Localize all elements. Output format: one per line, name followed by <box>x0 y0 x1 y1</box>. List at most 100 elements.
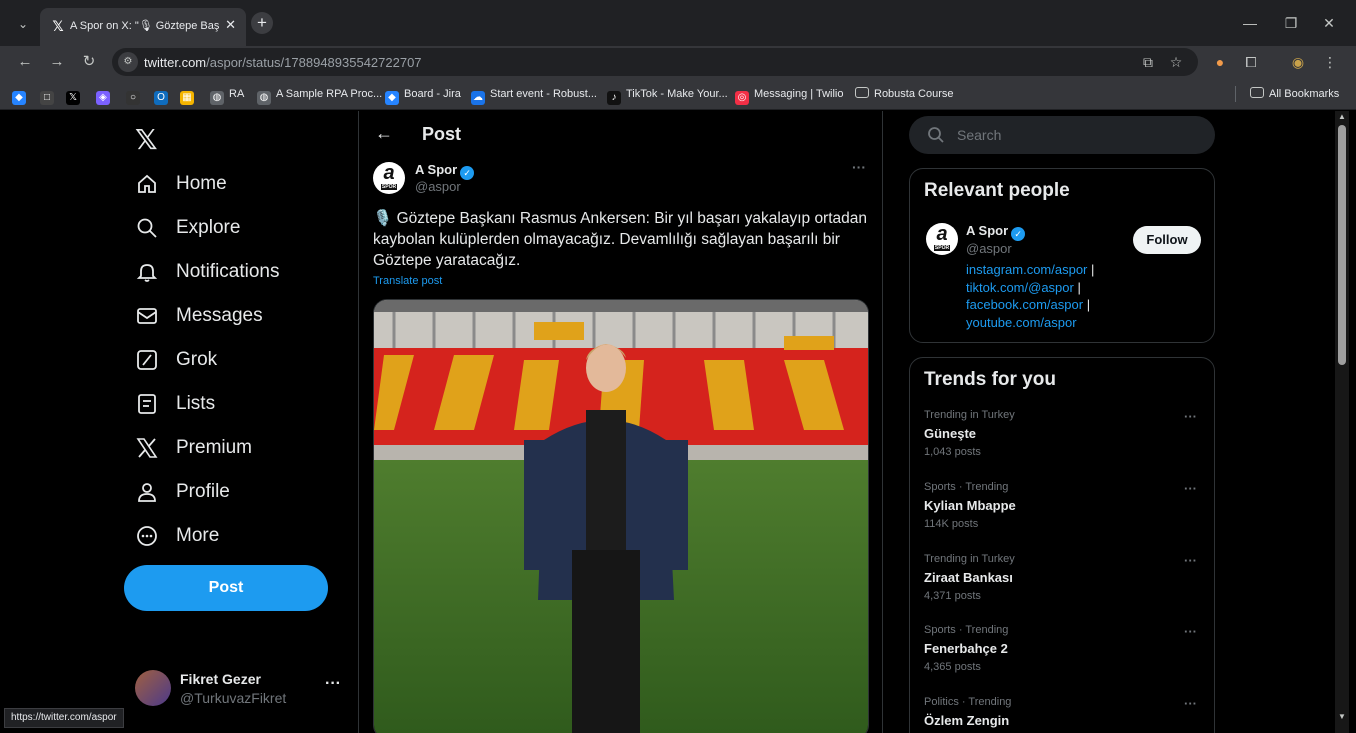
bookmark-star-icon[interactable]: ☆ <box>1166 53 1186 71</box>
post-image[interactable] <box>373 299 869 733</box>
search-icon <box>136 217 158 239</box>
more-dots-icon[interactable]: ··· <box>325 675 341 693</box>
trend-count: 114K posts <box>924 518 979 530</box>
back-button[interactable]: ← <box>13 50 37 74</box>
nav-item-explore[interactable]: Explore <box>136 212 240 244</box>
grok-icon <box>136 349 158 371</box>
bio-link-facebook[interactable]: facebook.com/aspor | <box>966 297 1090 312</box>
tab-close-icon[interactable]: ✕ <box>225 17 236 33</box>
nav-item-profile[interactable]: Profile <box>136 476 230 508</box>
translate-post-link[interactable]: Translate post <box>373 275 442 287</box>
follow-button[interactable]: Follow <box>1133 226 1201 254</box>
account-switcher[interactable]: Fikret Gezer @TurkuvazFikret ··· <box>135 669 345 709</box>
trend-item[interactable]: Sports · Trending Fenerbahçe 2 4,365 posts… <box>924 624 1204 688</box>
bookmark-item[interactable]: ◈ <box>96 86 115 105</box>
new-tab-button[interactable]: + <box>251 12 273 34</box>
url-text[interactable]: twitter.com/aspor/status/178894893554272… <box>144 55 422 70</box>
trend-meta: Trending in Turkey <box>924 553 1015 565</box>
back-arrow-icon[interactable]: ← <box>375 123 393 144</box>
minimize-button[interactable]: — <box>1238 12 1262 34</box>
nav-item-label: Profile <box>176 481 230 502</box>
close-window-button[interactable]: ✕ <box>1317 12 1341 34</box>
nav-item-premium[interactable]: Premium <box>136 432 252 464</box>
all-bookmarks[interactable]: All Bookmarks <box>1250 86 1339 102</box>
bio-link-tiktok[interactable]: tiktok.com/@aspor | <box>966 280 1081 295</box>
site-info-icon[interactable]: ⚙ <box>118 52 138 72</box>
trend-more-icon[interactable]: ··· <box>1184 624 1197 639</box>
reload-button[interactable]: ↻ <box>77 50 101 74</box>
trend-more-icon[interactable]: ··· <box>1184 409 1197 424</box>
search-box[interactable] <box>909 116 1215 154</box>
globe-icon: ◍ <box>210 91 224 105</box>
tab-search-dropdown[interactable]: ⌄ <box>12 13 34 35</box>
diamond-icon: ◈ <box>96 91 110 105</box>
x-logo-icon: 𝕏 <box>52 18 64 34</box>
trend-item[interactable]: Sports · Trending Kylian Mbappe 114K posts… <box>924 481 1204 545</box>
author-name[interactable]: A Spor ✓ <box>415 162 475 180</box>
trend-item[interactable]: Trending in Turkey Güneşte 1,043 posts ··· <box>924 409 1204 473</box>
scroll-thumb[interactable] <box>1338 125 1346 365</box>
search-input[interactable] <box>957 125 1187 145</box>
restore-button[interactable]: ❐ <box>1279 12 1303 34</box>
author-handle[interactable]: @aspor <box>415 179 461 194</box>
trend-item[interactable]: Trending in Turkey Ziraat Bankası 4,371 po… <box>924 553 1204 617</box>
trend-meta: Sports · Trending <box>924 481 1009 493</box>
bookmark-item[interactable]: ▦ <box>180 86 199 105</box>
trend-count: 1,043 posts <box>924 446 981 458</box>
install-app-icon[interactable]: ⧉ <box>1138 53 1158 71</box>
address-bar[interactable]: ⚙ twitter.com/aspor/status/1788948935542… <box>112 48 1198 76</box>
post-more-icon[interactable]: ··· <box>852 159 866 175</box>
bookmark-item[interactable]: ◆ <box>12 86 31 105</box>
bookmark-item[interactable]: ◆ Board - Jira <box>385 86 461 105</box>
bookmark-item[interactable]: ○ <box>126 86 145 105</box>
nav-item-grok[interactable]: Grok <box>136 344 217 376</box>
list-icon <box>136 393 158 415</box>
trend-more-icon[interactable]: ··· <box>1184 481 1197 496</box>
trend-item[interactable]: Politics · Trending Özlem Zengin ··· <box>924 696 1204 733</box>
relevant-person-name[interactable]: A Spor ✓ <box>966 223 1026 241</box>
menu-kebab-icon[interactable]: ⋮ <box>1320 52 1340 72</box>
scroll-down-icon[interactable]: ▼ <box>1335 711 1349 723</box>
x-logo-icon[interactable]: 𝕏 <box>135 123 158 156</box>
scroll-up-icon[interactable]: ▲ <box>1335 111 1349 123</box>
page-scrollbar[interactable]: ▲ ▼ <box>1335 111 1349 733</box>
extensions-puzzle-icon[interactable]: ⧠ <box>1241 52 1261 72</box>
author-avatar[interactable]: a SPOR <box>926 223 958 255</box>
relevant-person-handle[interactable]: @aspor <box>966 241 1012 256</box>
bookmark-item[interactable]: 𝕏 <box>66 86 85 105</box>
nav-item-label: Home <box>176 173 227 194</box>
account-name: Fikret Gezer <box>180 671 261 687</box>
extension-icon[interactable]: ● <box>1210 52 1230 72</box>
bookmark-item[interactable]: ◍ A Sample RPA Proc... <box>257 86 382 105</box>
stadium-photo <box>374 300 868 733</box>
forward-button[interactable]: → <box>45 50 69 74</box>
bookmark-item[interactable]: ♪ TikTok - Make Your... <box>607 86 728 105</box>
trend-meta: Trending in Turkey <box>924 409 1015 421</box>
author-avatar[interactable]: a SPOR <box>373 162 405 194</box>
bookmark-item[interactable]: □ <box>40 86 59 105</box>
bookmark-item[interactable]: Robusta Course <box>855 86 954 102</box>
bio-link-instagram[interactable]: instagram.com/aspor | <box>966 262 1094 277</box>
nav-item-more[interactable]: More <box>136 520 219 552</box>
nav-item-notifications[interactable]: Notifications <box>136 256 280 288</box>
nav-item-label: Messages <box>176 305 263 326</box>
nav-item-lists[interactable]: Lists <box>136 388 215 420</box>
bookmark-item[interactable]: O <box>154 86 173 105</box>
post-button[interactable]: Post <box>124 565 328 611</box>
relevant-people-title: Relevant people <box>924 180 1070 201</box>
outlook-icon: O <box>154 91 168 105</box>
trend-count: 4,371 posts <box>924 590 981 602</box>
bookmark-item[interactable]: ☁ Start event - Robust... <box>471 86 597 105</box>
trend-more-icon[interactable]: ··· <box>1184 553 1197 568</box>
profile-avatar-icon[interactable]: ◉ <box>1288 52 1308 72</box>
nav-item-messages[interactable]: Messages <box>136 300 263 332</box>
nav-item-home[interactable]: Home <box>136 168 227 200</box>
trend-more-icon[interactable]: ··· <box>1184 696 1197 711</box>
bookmark-item[interactable]: ◎ Messaging | Twilio <box>735 86 843 105</box>
active-tab[interactable]: 𝕏 A Spor on X: "🎙 Göztepe Başka ✕ <box>40 8 246 46</box>
circle-icon: ○ <box>126 91 140 105</box>
bookmark-item[interactable]: ◍ RA <box>210 86 244 105</box>
bio-link-youtube[interactable]: youtube.com/aspor <box>966 315 1077 330</box>
page-title: Post <box>422 124 462 144</box>
bookmarks-bar: All Bookmarks ◆ □ 𝕏 ◈ ○ O ▦ ◍ RA ◍ A Sample RPA Pr… <box>0 78 1356 110</box>
